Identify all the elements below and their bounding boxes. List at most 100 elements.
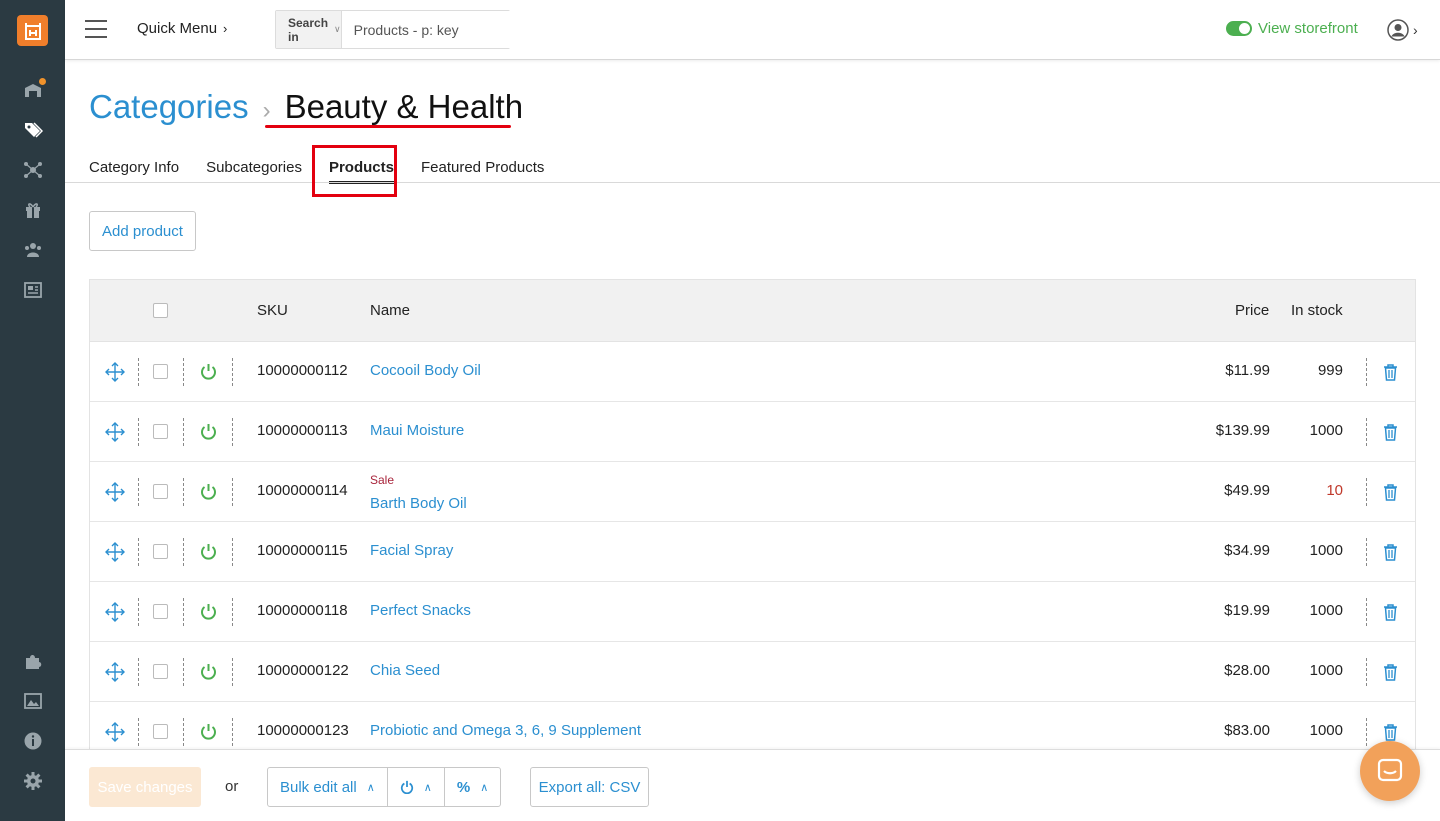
delete-trash-icon[interactable] (1382, 723, 1399, 741)
enable-toggle-power-icon[interactable] (199, 722, 218, 741)
chevron-right-icon: › (1413, 22, 1418, 38)
bulk-toggle-button[interactable]: ∧ (388, 768, 445, 806)
product-name-link[interactable]: Barth Body Oil (370, 495, 467, 512)
drag-move-icon[interactable] (105, 422, 125, 442)
stock-cell[interactable]: 1000 (1310, 662, 1343, 679)
row-checkbox[interactable] (153, 544, 168, 559)
gift-icon[interactable] (22, 199, 44, 221)
price-cell[interactable]: $139.99 (1216, 422, 1270, 439)
column-divider (138, 478, 139, 506)
logo-icon[interactable] (17, 15, 48, 46)
network-icon[interactable] (22, 159, 44, 181)
column-divider (232, 598, 233, 626)
row-checkbox[interactable] (153, 664, 168, 679)
hamburger-menu-icon[interactable] (85, 20, 107, 38)
settings-gear-icon[interactable] (22, 770, 44, 792)
quick-menu[interactable]: Quick Menu › (137, 20, 227, 37)
bulk-edit-all-button[interactable]: Bulk edit all ∧ (268, 768, 388, 806)
delete-trash-icon[interactable] (1382, 423, 1399, 441)
enable-toggle-power-icon[interactable] (199, 362, 218, 381)
chat-support-button[interactable] (1360, 741, 1420, 801)
row-checkbox[interactable] (153, 724, 168, 739)
column-divider (232, 658, 233, 686)
stock-cell[interactable]: 1000 (1310, 722, 1343, 739)
column-divider (232, 718, 233, 746)
view-storefront-link[interactable]: View storefront (1226, 20, 1358, 37)
price-cell[interactable]: $49.99 (1224, 482, 1270, 499)
delete-trash-icon[interactable] (1382, 363, 1399, 381)
search-input[interactable] (341, 11, 535, 48)
drag-move-icon[interactable] (105, 662, 125, 682)
enable-toggle-power-icon[interactable] (199, 422, 218, 441)
delete-trash-icon[interactable] (1382, 483, 1399, 501)
drag-move-icon[interactable] (105, 722, 125, 742)
breadcrumb-categories-link[interactable]: Categories (89, 88, 249, 126)
modules-puzzle-icon[interactable] (22, 650, 44, 672)
product-name-link[interactable]: Perfect Snacks (370, 602, 471, 619)
users-icon[interactable] (22, 239, 44, 261)
row-checkbox[interactable] (153, 484, 168, 499)
price-cell[interactable]: $19.99 (1224, 602, 1270, 619)
drag-move-icon[interactable] (105, 542, 125, 562)
stock-cell[interactable]: 1000 (1310, 602, 1343, 619)
enable-toggle-power-icon[interactable] (199, 482, 218, 501)
bulk-discount-button[interactable]: % ∧ (445, 768, 500, 806)
column-divider (232, 358, 233, 386)
product-name-link[interactable]: Cocooil Body Oil (370, 362, 481, 379)
column-divider (138, 538, 139, 566)
delete-trash-icon[interactable] (1382, 663, 1399, 681)
delete-trash-icon[interactable] (1382, 543, 1399, 561)
search-in-dropdown[interactable]: Search in ∨ (276, 11, 342, 48)
price-cell[interactable]: $11.99 (1225, 362, 1270, 379)
column-sku[interactable]: SKU (257, 302, 288, 319)
column-divider (1366, 358, 1367, 386)
storefront-toggle[interactable] (1226, 21, 1252, 36)
product-name-link[interactable]: Chia Seed (370, 662, 440, 679)
price-cell[interactable]: $28.00 (1224, 662, 1270, 679)
column-divider (1366, 478, 1367, 506)
add-product-button[interactable]: Add product (89, 211, 196, 251)
save-changes-button[interactable]: Save changes (89, 767, 201, 807)
delete-trash-icon[interactable] (1382, 603, 1399, 621)
info-icon[interactable] (22, 730, 44, 752)
search-box: Search in ∨ (275, 10, 535, 49)
row-checkbox[interactable] (153, 604, 168, 619)
export-csv-button[interactable]: Export all: CSV (530, 767, 649, 807)
enable-toggle-power-icon[interactable] (199, 542, 218, 561)
column-divider (183, 718, 184, 746)
column-divider (1366, 658, 1367, 686)
product-name-link[interactable]: Maui Moisture (370, 422, 464, 439)
price-cell[interactable]: $34.99 (1224, 542, 1270, 559)
enable-toggle-power-icon[interactable] (199, 602, 218, 621)
stock-cell[interactable]: 1000 (1310, 542, 1343, 559)
images-icon[interactable] (22, 690, 44, 712)
enable-toggle-power-icon[interactable] (199, 662, 218, 681)
column-name[interactable]: Name (370, 302, 410, 319)
tab-subcategories[interactable]: Subcategories (206, 150, 302, 183)
catalog-tags-icon[interactable] (22, 119, 44, 141)
sale-badge: Sale (370, 473, 395, 487)
user-menu[interactable]: › (1387, 19, 1418, 41)
product-name-link[interactable]: Probiotic and Omega 3, 6, 9 Supplement (370, 722, 641, 739)
column-divider (232, 538, 233, 566)
sku-cell: 10000000118 (257, 602, 348, 619)
tab-category-info[interactable]: Category Info (89, 150, 179, 183)
row-checkbox[interactable] (153, 424, 168, 439)
drag-move-icon[interactable] (105, 482, 125, 502)
row-checkbox[interactable] (153, 364, 168, 379)
cart-logo-icon (24, 22, 41, 40)
column-divider (183, 358, 184, 386)
tab-featured-products[interactable]: Featured Products (421, 150, 544, 183)
product-name-link[interactable]: Facial Spray (370, 542, 453, 559)
stock-cell[interactable]: 999 (1318, 362, 1343, 379)
drag-move-icon[interactable] (105, 362, 125, 382)
select-all-checkbox[interactable] (153, 303, 168, 318)
orders-icon[interactable] (22, 78, 46, 101)
price-cell[interactable]: $83.00 (1224, 722, 1270, 739)
content-icon[interactable] (22, 279, 44, 301)
drag-move-icon[interactable] (105, 602, 125, 622)
column-in-stock[interactable]: In stock (1291, 302, 1343, 319)
column-price[interactable]: Price (1235, 302, 1269, 319)
stock-cell[interactable]: 10 (1326, 482, 1343, 499)
stock-cell[interactable]: 1000 (1310, 422, 1343, 439)
